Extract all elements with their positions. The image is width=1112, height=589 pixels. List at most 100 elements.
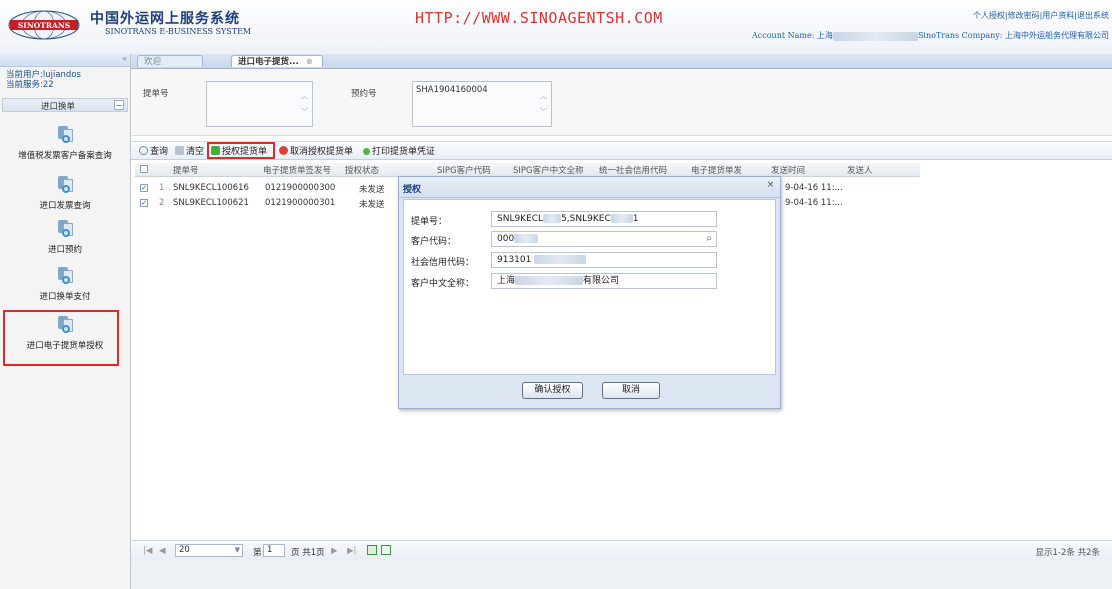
clear-button[interactable]: 清空 xyxy=(175,144,204,157)
auth-status-cell: 未发送 xyxy=(359,185,385,195)
row-checkbox[interactable]: ✓ xyxy=(140,199,148,207)
dialog-body: 提单号： SNL9KECL 5,SNL9KEC 1 客户代码： 000 ⌕ 社会信用… xyxy=(403,199,776,375)
redacted-region xyxy=(534,255,587,264)
search-document-icon xyxy=(56,176,74,196)
last-page-button[interactable]: ▶| xyxy=(347,546,356,556)
grid-toolbar: 查询 清空 授权提货单 取消授权提货单 打印提货单凭证 xyxy=(131,141,1112,160)
customer-code-label: 客户代码： xyxy=(411,237,457,247)
page-number-input[interactable]: 1 xyxy=(263,544,285,557)
auth-status-cell: 未发送 xyxy=(359,200,385,210)
sign-number-cell: 0121900000301 xyxy=(265,198,336,208)
footer xyxy=(131,561,1112,589)
bl-number-cell: SNL9KECL100621 xyxy=(173,198,249,208)
column-header[interactable]: 电子提货单发 xyxy=(691,164,742,176)
search-form: 提单号 ︿ ﹀ 预约号 SHA1904160004 ︿ ﹀ xyxy=(131,69,1112,136)
tab-welcome[interactable]: 欢迎 xyxy=(137,55,203,67)
current-user: 当前用户:lujiandos xyxy=(6,70,81,80)
user-info: 当前用户:lujiandos 当前服务:22 xyxy=(6,70,81,90)
no-entry-icon xyxy=(279,146,288,155)
system-title-cn: 中国外运网上服务系统 xyxy=(90,11,240,27)
next-page-button[interactable]: ▶ xyxy=(331,546,338,556)
sidebar-item-label: 增值税发票客户备案查询 xyxy=(18,151,112,161)
sidebar-item-label: 进口预约 xyxy=(47,245,82,255)
top-links: 个人授权|修改密码|用户资料|退出系统 xyxy=(972,11,1109,20)
system-title-en: SINOTRANS E-BUSINESS SYSTEM xyxy=(105,27,252,36)
column-header[interactable]: SIPG客户代码 xyxy=(437,164,491,176)
sidebar-item-label: 进口发票查询 xyxy=(39,201,91,211)
chevron-down-icon: ▼ xyxy=(234,546,240,554)
select-all-checkbox[interactable] xyxy=(140,165,148,173)
column-header[interactable]: 发送时间 xyxy=(771,164,805,176)
redacted-region xyxy=(610,214,633,223)
bl-number-input[interactable]: ︿ ﹀ xyxy=(206,81,313,127)
current-service: 当前服务:22 xyxy=(6,80,54,90)
sinotrans-logo: SINOTRANS xyxy=(8,10,80,40)
tab-label: 进口电子提货... xyxy=(238,57,299,67)
sidebar-item-import-exchange-payment[interactable]: 进口换单支付 xyxy=(0,267,130,302)
dialog-title: 授权 xyxy=(403,185,422,195)
highlight-box xyxy=(3,310,119,366)
search-document-icon xyxy=(56,267,74,287)
collapse-icon[interactable]: « xyxy=(122,54,127,63)
link-user-profile[interactable]: 用户资料 xyxy=(1042,11,1074,20)
scroll-arrows-icon[interactable]: ︿ ﹀ xyxy=(540,88,547,120)
column-header[interactable]: SIPG客户中文全称 xyxy=(513,164,584,176)
link-change-password[interactable]: 修改密码 xyxy=(1008,11,1040,20)
confirm-authorization-button[interactable]: 确认授权 xyxy=(522,382,583,399)
booking-number-label: 预约号 xyxy=(351,89,377,99)
page-total: 页 共1页 xyxy=(291,548,325,558)
bl-number-label: 提单号 xyxy=(143,89,169,99)
scroll-arrows-icon[interactable]: ︿ ﹀ xyxy=(301,88,308,120)
column-header[interactable]: 授权状态 xyxy=(345,164,379,176)
export-excel-icon[interactable] xyxy=(367,545,377,555)
sidebar-item-vat-invoice-query[interactable]: 增值税发票客户备案查询 xyxy=(0,126,130,161)
account-name: Account Name: 上海 xyxy=(751,31,833,40)
site-url: HTTP://WWW.SINOAGENTSH.COM xyxy=(415,9,663,27)
tab-bar: 欢迎 进口电子提货... ⊗ xyxy=(131,54,1112,69)
page-size-select[interactable]: 20 ▼ xyxy=(175,544,243,557)
redacted-region xyxy=(832,31,918,41)
column-header[interactable]: 提单号 xyxy=(173,164,199,176)
row-checkbox[interactable]: ✓ xyxy=(140,184,148,192)
authorize-dialog: 授权 × 提单号： SNL9KECL 5,SNL9KEC 1 客户代码： 000 ⌕… xyxy=(398,176,781,409)
booking-number-value: SHA1904160004 xyxy=(416,85,488,95)
customer-code-field[interactable]: 000 ⌕ xyxy=(491,231,717,247)
send-time-cell: 9-04-16 11:... xyxy=(785,183,843,193)
row-number: 2 xyxy=(159,198,165,208)
print-voucher-button[interactable]: 打印提货单凭证 xyxy=(363,144,435,157)
search-icon xyxy=(139,146,148,155)
column-header[interactable]: 统一社会信用代码 xyxy=(599,164,667,176)
tab-import-edo[interactable]: 进口电子提货... ⊗ xyxy=(231,55,323,67)
sign-number-cell: 0121900000300 xyxy=(265,183,336,193)
query-button[interactable]: 查询 xyxy=(139,144,168,157)
export-icon[interactable] xyxy=(381,545,391,555)
link-logout[interactable]: 退出系统 xyxy=(1077,11,1109,20)
bl-number-label: 提单号： xyxy=(411,217,448,227)
row-number: 1 xyxy=(159,183,165,193)
dialog-title-bar[interactable]: 授权 × xyxy=(399,177,780,198)
customer-name-field[interactable]: 上海 有限公司 xyxy=(491,273,717,289)
sidebar-item-import-booking[interactable]: 进口预约 xyxy=(0,220,130,255)
link-personal-auth[interactable]: 个人授权 xyxy=(973,11,1005,20)
booking-number-input[interactable]: SHA1904160004 ︿ ﹀ xyxy=(412,81,552,127)
sidebar: « 当前用户:lujiandos 当前服务:22 进口换单 − 增值税发票客户备… xyxy=(0,54,131,589)
pager-status: 显示1-2条 共2条 xyxy=(1035,548,1101,558)
column-header[interactable]: 发送人 xyxy=(847,164,873,176)
sidebar-item-import-invoice-query[interactable]: 进口发票查询 xyxy=(0,176,130,211)
column-header[interactable]: 电子提货单签发号 xyxy=(263,164,331,176)
sidebar-section-header[interactable]: 进口换单 − xyxy=(2,98,128,112)
search-icon[interactable]: ⌕ xyxy=(703,233,715,245)
send-time-cell: 9-04-16 11:... xyxy=(785,198,843,208)
prev-page-button[interactable]: ◀ xyxy=(159,546,166,556)
close-icon[interactable]: ⊗ xyxy=(306,56,313,68)
bl-number-field[interactable]: SNL9KECL 5,SNL9KEC 1 xyxy=(491,211,717,227)
trash-icon xyxy=(175,146,184,155)
first-page-button[interactable]: |◀ xyxy=(143,546,152,556)
credit-code-field[interactable]: 913101 xyxy=(491,252,717,268)
grid-header: 提单号 电子提货单签发号 授权状态 SIPG客户代码 SIPG客户中文全称 统一… xyxy=(135,163,920,177)
cancel-button[interactable]: 取消 xyxy=(602,382,660,399)
close-icon[interactable]: × xyxy=(765,180,776,191)
cancel-authorization-button[interactable]: 取消授权提货单 xyxy=(279,144,353,157)
credit-code-label: 社会信用代码： xyxy=(411,258,475,268)
section-toggle-icon[interactable]: − xyxy=(114,100,124,110)
